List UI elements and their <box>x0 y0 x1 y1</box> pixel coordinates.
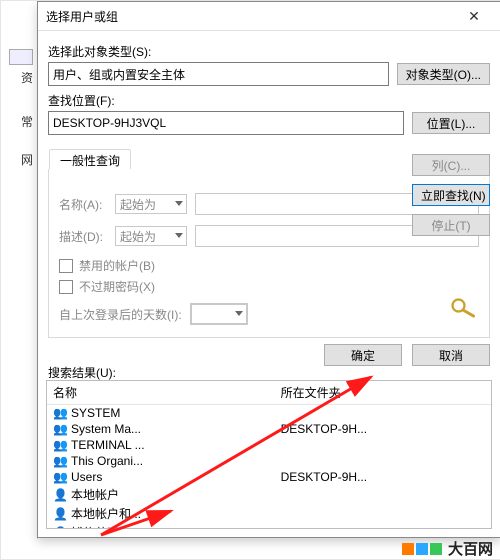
principal-icon: 👥 <box>53 454 67 468</box>
col-name[interactable]: 名称 <box>47 381 275 405</box>
non-expiring-checkbox[interactable]: 不过期密码(X) <box>59 278 479 295</box>
principal-icon: 👤 <box>53 526 67 529</box>
locations-button[interactable]: 位置(L)... <box>412 112 490 134</box>
object-type-input[interactable] <box>48 62 389 86</box>
days-select[interactable] <box>190 303 248 325</box>
location-input[interactable] <box>48 111 404 135</box>
tab-common-query[interactable]: 一般性查询 <box>49 149 131 169</box>
table-row[interactable]: 👤本地帐户和... <box>47 504 491 523</box>
checkbox-icon <box>59 280 73 294</box>
dialog-title: 选择用户或组 <box>46 8 456 25</box>
object-types-button[interactable]: 对象类型(O)... <box>397 63 490 85</box>
table-row[interactable]: 👤本地帐户 <box>47 485 491 504</box>
principal-icon: 👥 <box>53 470 67 484</box>
location-label: 查找位置(F): <box>48 92 490 109</box>
object-type-label: 选择此对象类型(S): <box>48 43 490 60</box>
principal-icon: 👤 <box>53 507 67 521</box>
desc-mode-select[interactable] <box>115 226 187 246</box>
parent-window-nav1: 常 <box>21 113 33 130</box>
ok-button[interactable]: 确定 <box>324 344 402 366</box>
table-row[interactable]: 👥UsersDESKTOP-9H... <box>47 469 491 485</box>
name-label: 名称(A): <box>59 196 107 213</box>
non-expiring-label: 不过期密码(X) <box>79 278 155 295</box>
principal-icon: 👤 <box>53 488 67 502</box>
table-row[interactable]: 👥SYSTEM <box>47 405 491 422</box>
close-icon[interactable]: ✕ <box>456 5 492 27</box>
columns-button[interactable]: 列(C)... <box>412 154 490 176</box>
disabled-accounts-label: 禁用的帐户(B) <box>79 257 155 274</box>
days-label: 自上次登录后的天数(I): <box>59 306 182 323</box>
table-row[interactable]: 👥This Organi... <box>47 453 491 469</box>
principal-icon: 👥 <box>53 438 67 452</box>
chevron-down-icon <box>235 311 243 316</box>
results-list[interactable]: 名称 所在文件夹 👥SYSTEM👥System Ma...DESKTOP-9H.… <box>46 380 492 529</box>
desc-label: 描述(D): <box>59 228 107 245</box>
col-folder[interactable]: 所在文件夹 <box>275 381 491 405</box>
disabled-accounts-checkbox[interactable]: 禁用的帐户(B) <box>59 257 479 274</box>
table-row[interactable]: 👥TERMINAL ... <box>47 437 491 453</box>
checkbox-icon <box>59 259 73 273</box>
stop-button[interactable]: 停止(T) <box>412 214 490 236</box>
titlebar: 选择用户或组 ✕ <box>38 2 500 31</box>
cancel-button[interactable]: 取消 <box>412 344 490 366</box>
watermark-logo: 大百网 big100.net <box>402 538 493 559</box>
principal-icon: 👥 <box>53 422 67 436</box>
name-mode-select[interactable] <box>115 194 187 214</box>
chevron-down-icon <box>175 201 183 206</box>
select-users-dialog: 选择用户或组 ✕ 选择此对象类型(S): 对象类型(O)... 查找位置(F):… <box>37 1 500 538</box>
search-icon <box>448 296 478 318</box>
parent-window-icon <box>9 49 33 65</box>
parent-window-text: 资 <box>21 69 33 86</box>
chevron-down-icon <box>175 233 183 238</box>
watermark-brand: 大百网 <box>448 538 493 559</box>
results-label: 搜索结果(U): <box>48 364 116 381</box>
principal-icon: 👥 <box>53 406 67 420</box>
parent-window-strip: 资 常 网 <box>1 21 38 539</box>
table-row[interactable]: 👤博信共享DESKTOP-9H... <box>47 523 491 529</box>
parent-window-nav2: 网 <box>21 151 33 168</box>
table-row[interactable]: 👥System Ma...DESKTOP-9H... <box>47 421 491 437</box>
find-now-button[interactable]: 立即查找(N) <box>412 184 490 206</box>
